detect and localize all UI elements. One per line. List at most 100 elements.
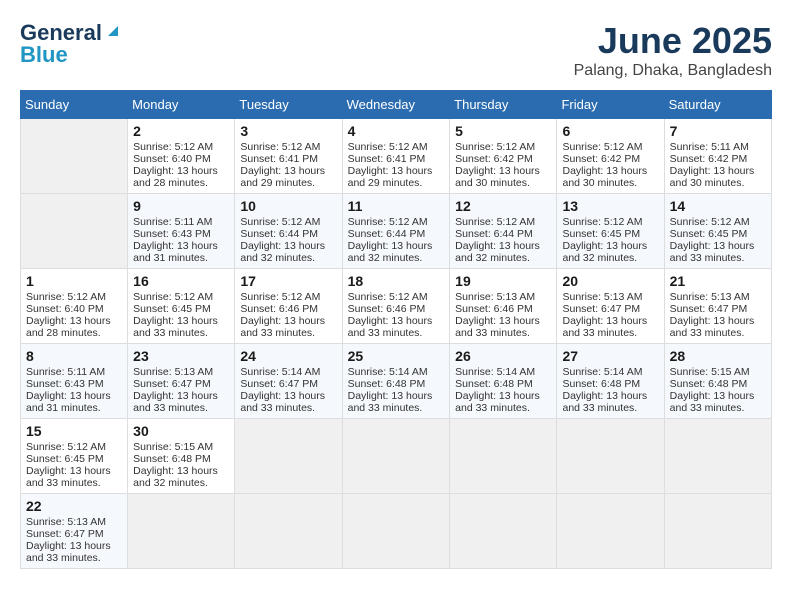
day-number: 28 bbox=[670, 348, 766, 364]
daylight-text: Daylight: 13 hours and 33 minutes. bbox=[455, 315, 540, 339]
calendar-week-row: 9 Sunrise: 5:11 AM Sunset: 6:43 PM Dayli… bbox=[21, 194, 772, 269]
daylight-text: Daylight: 13 hours and 31 minutes. bbox=[133, 240, 218, 264]
daylight-text: Daylight: 13 hours and 33 minutes. bbox=[670, 390, 755, 414]
sunrise-text: Sunrise: 5:12 AM bbox=[455, 141, 535, 153]
logo-blue: Blue bbox=[20, 42, 68, 68]
calendar-week-row: 1 Sunrise: 5:12 AM Sunset: 6:40 PM Dayli… bbox=[21, 269, 772, 344]
sunset-text: Sunset: 6:43 PM bbox=[26, 378, 104, 390]
sunrise-text: Sunrise: 5:14 AM bbox=[348, 366, 428, 378]
daylight-text: Daylight: 13 hours and 32 minutes. bbox=[455, 240, 540, 264]
daylight-text: Daylight: 13 hours and 30 minutes. bbox=[562, 165, 647, 189]
day-number: 8 bbox=[26, 348, 122, 364]
sunset-text: Sunset: 6:46 PM bbox=[348, 303, 426, 315]
calendar-cell bbox=[128, 494, 235, 569]
calendar-header-row: Sunday Monday Tuesday Wednesday Thursday… bbox=[21, 91, 772, 119]
day-number: 4 bbox=[348, 123, 445, 139]
calendar-cell bbox=[450, 494, 557, 569]
sunset-text: Sunset: 6:41 PM bbox=[348, 153, 426, 165]
day-number: 27 bbox=[562, 348, 658, 364]
sunset-text: Sunset: 6:40 PM bbox=[133, 153, 211, 165]
calendar-cell: 6 Sunrise: 5:12 AM Sunset: 6:42 PM Dayli… bbox=[557, 119, 664, 194]
calendar-cell bbox=[450, 419, 557, 494]
sunrise-text: Sunrise: 5:12 AM bbox=[240, 291, 320, 303]
sunset-text: Sunset: 6:46 PM bbox=[240, 303, 318, 315]
calendar-cell: 25 Sunrise: 5:14 AM Sunset: 6:48 PM Dayl… bbox=[342, 344, 450, 419]
daylight-text: Daylight: 13 hours and 33 minutes. bbox=[133, 315, 218, 339]
daylight-text: Daylight: 13 hours and 30 minutes. bbox=[670, 165, 755, 189]
daylight-text: Daylight: 13 hours and 29 minutes. bbox=[240, 165, 325, 189]
day-number: 15 bbox=[26, 423, 122, 439]
sunset-text: Sunset: 6:44 PM bbox=[240, 228, 318, 240]
sunset-text: Sunset: 6:47 PM bbox=[26, 528, 104, 540]
calendar-cell: 27 Sunrise: 5:14 AM Sunset: 6:48 PM Dayl… bbox=[557, 344, 664, 419]
calendar-title-area: June 2025 Palang, Dhaka, Bangladesh bbox=[574, 20, 772, 80]
sunrise-text: Sunrise: 5:14 AM bbox=[240, 366, 320, 378]
day-number: 2 bbox=[133, 123, 229, 139]
calendar-cell: 23 Sunrise: 5:13 AM Sunset: 6:47 PM Dayl… bbox=[128, 344, 235, 419]
day-number: 22 bbox=[26, 498, 122, 514]
sunrise-text: Sunrise: 5:12 AM bbox=[26, 291, 106, 303]
sunrise-text: Sunrise: 5:14 AM bbox=[455, 366, 535, 378]
daylight-text: Daylight: 13 hours and 33 minutes. bbox=[26, 540, 111, 564]
sunrise-text: Sunrise: 5:13 AM bbox=[562, 291, 642, 303]
sunrise-text: Sunrise: 5:13 AM bbox=[133, 366, 213, 378]
calendar-cell: 14 Sunrise: 5:12 AM Sunset: 6:45 PM Dayl… bbox=[664, 194, 771, 269]
calendar-cell: 8 Sunrise: 5:11 AM Sunset: 6:43 PM Dayli… bbox=[21, 344, 128, 419]
day-number: 18 bbox=[348, 273, 445, 289]
calendar-cell: 3 Sunrise: 5:12 AM Sunset: 6:41 PM Dayli… bbox=[235, 119, 342, 194]
daylight-text: Daylight: 13 hours and 32 minutes. bbox=[562, 240, 647, 264]
sunset-text: Sunset: 6:44 PM bbox=[348, 228, 426, 240]
sunset-text: Sunset: 6:44 PM bbox=[455, 228, 533, 240]
day-number: 21 bbox=[670, 273, 766, 289]
calendar-table: Sunday Monday Tuesday Wednesday Thursday… bbox=[20, 90, 772, 569]
sunrise-text: Sunrise: 5:11 AM bbox=[26, 366, 105, 378]
header-saturday: Saturday bbox=[664, 91, 771, 119]
sunset-text: Sunset: 6:47 PM bbox=[670, 303, 748, 315]
sunrise-text: Sunrise: 5:12 AM bbox=[348, 141, 428, 153]
calendar-cell: 28 Sunrise: 5:15 AM Sunset: 6:48 PM Dayl… bbox=[664, 344, 771, 419]
daylight-text: Daylight: 13 hours and 33 minutes. bbox=[348, 315, 433, 339]
calendar-cell bbox=[664, 419, 771, 494]
calendar-week-row: 15 Sunrise: 5:12 AM Sunset: 6:45 PM Dayl… bbox=[21, 419, 772, 494]
day-number: 23 bbox=[133, 348, 229, 364]
daylight-text: Daylight: 13 hours and 33 minutes. bbox=[455, 390, 540, 414]
day-number: 10 bbox=[240, 198, 336, 214]
calendar-cell: 22 Sunrise: 5:13 AM Sunset: 6:47 PM Dayl… bbox=[21, 494, 128, 569]
daylight-text: Daylight: 13 hours and 33 minutes. bbox=[562, 315, 647, 339]
sunset-text: Sunset: 6:42 PM bbox=[455, 153, 533, 165]
calendar-cell: 24 Sunrise: 5:14 AM Sunset: 6:47 PM Dayl… bbox=[235, 344, 342, 419]
calendar-cell: 2 Sunrise: 5:12 AM Sunset: 6:40 PM Dayli… bbox=[128, 119, 235, 194]
sunrise-text: Sunrise: 5:12 AM bbox=[240, 141, 320, 153]
daylight-text: Daylight: 13 hours and 31 minutes. bbox=[26, 390, 111, 414]
daylight-text: Daylight: 13 hours and 32 minutes. bbox=[348, 240, 433, 264]
calendar-cell: 4 Sunrise: 5:12 AM Sunset: 6:41 PM Dayli… bbox=[342, 119, 450, 194]
daylight-text: Daylight: 13 hours and 33 minutes. bbox=[670, 240, 755, 264]
sunrise-text: Sunrise: 5:13 AM bbox=[455, 291, 535, 303]
sunrise-text: Sunrise: 5:13 AM bbox=[670, 291, 750, 303]
sunset-text: Sunset: 6:47 PM bbox=[562, 303, 640, 315]
sunset-text: Sunset: 6:41 PM bbox=[240, 153, 318, 165]
sunset-text: Sunset: 6:48 PM bbox=[133, 453, 211, 465]
sunrise-text: Sunrise: 5:15 AM bbox=[133, 441, 213, 453]
calendar-cell bbox=[235, 419, 342, 494]
sunrise-text: Sunrise: 5:13 AM bbox=[26, 516, 106, 528]
sunset-text: Sunset: 6:47 PM bbox=[240, 378, 318, 390]
calendar-cell: 18 Sunrise: 5:12 AM Sunset: 6:46 PM Dayl… bbox=[342, 269, 450, 344]
calendar-cell: 5 Sunrise: 5:12 AM Sunset: 6:42 PM Dayli… bbox=[450, 119, 557, 194]
calendar-cell: 7 Sunrise: 5:11 AM Sunset: 6:42 PM Dayli… bbox=[664, 119, 771, 194]
header-tuesday: Tuesday bbox=[235, 91, 342, 119]
sunrise-text: Sunrise: 5:12 AM bbox=[348, 216, 428, 228]
calendar-cell: 12 Sunrise: 5:12 AM Sunset: 6:44 PM Dayl… bbox=[450, 194, 557, 269]
sunset-text: Sunset: 6:47 PM bbox=[133, 378, 211, 390]
page-header: General Blue June 2025 Palang, Dhaka, Ba… bbox=[20, 20, 772, 80]
calendar-cell bbox=[21, 194, 128, 269]
header-sunday: Sunday bbox=[21, 91, 128, 119]
logo: General Blue bbox=[20, 20, 122, 68]
calendar-cell: 15 Sunrise: 5:12 AM Sunset: 6:45 PM Dayl… bbox=[21, 419, 128, 494]
header-monday: Monday bbox=[128, 91, 235, 119]
sunset-text: Sunset: 6:45 PM bbox=[26, 453, 104, 465]
daylight-text: Daylight: 13 hours and 32 minutes. bbox=[240, 240, 325, 264]
calendar-cell: 20 Sunrise: 5:13 AM Sunset: 6:47 PM Dayl… bbox=[557, 269, 664, 344]
calendar-cell: 26 Sunrise: 5:14 AM Sunset: 6:48 PM Dayl… bbox=[450, 344, 557, 419]
day-number: 3 bbox=[240, 123, 336, 139]
